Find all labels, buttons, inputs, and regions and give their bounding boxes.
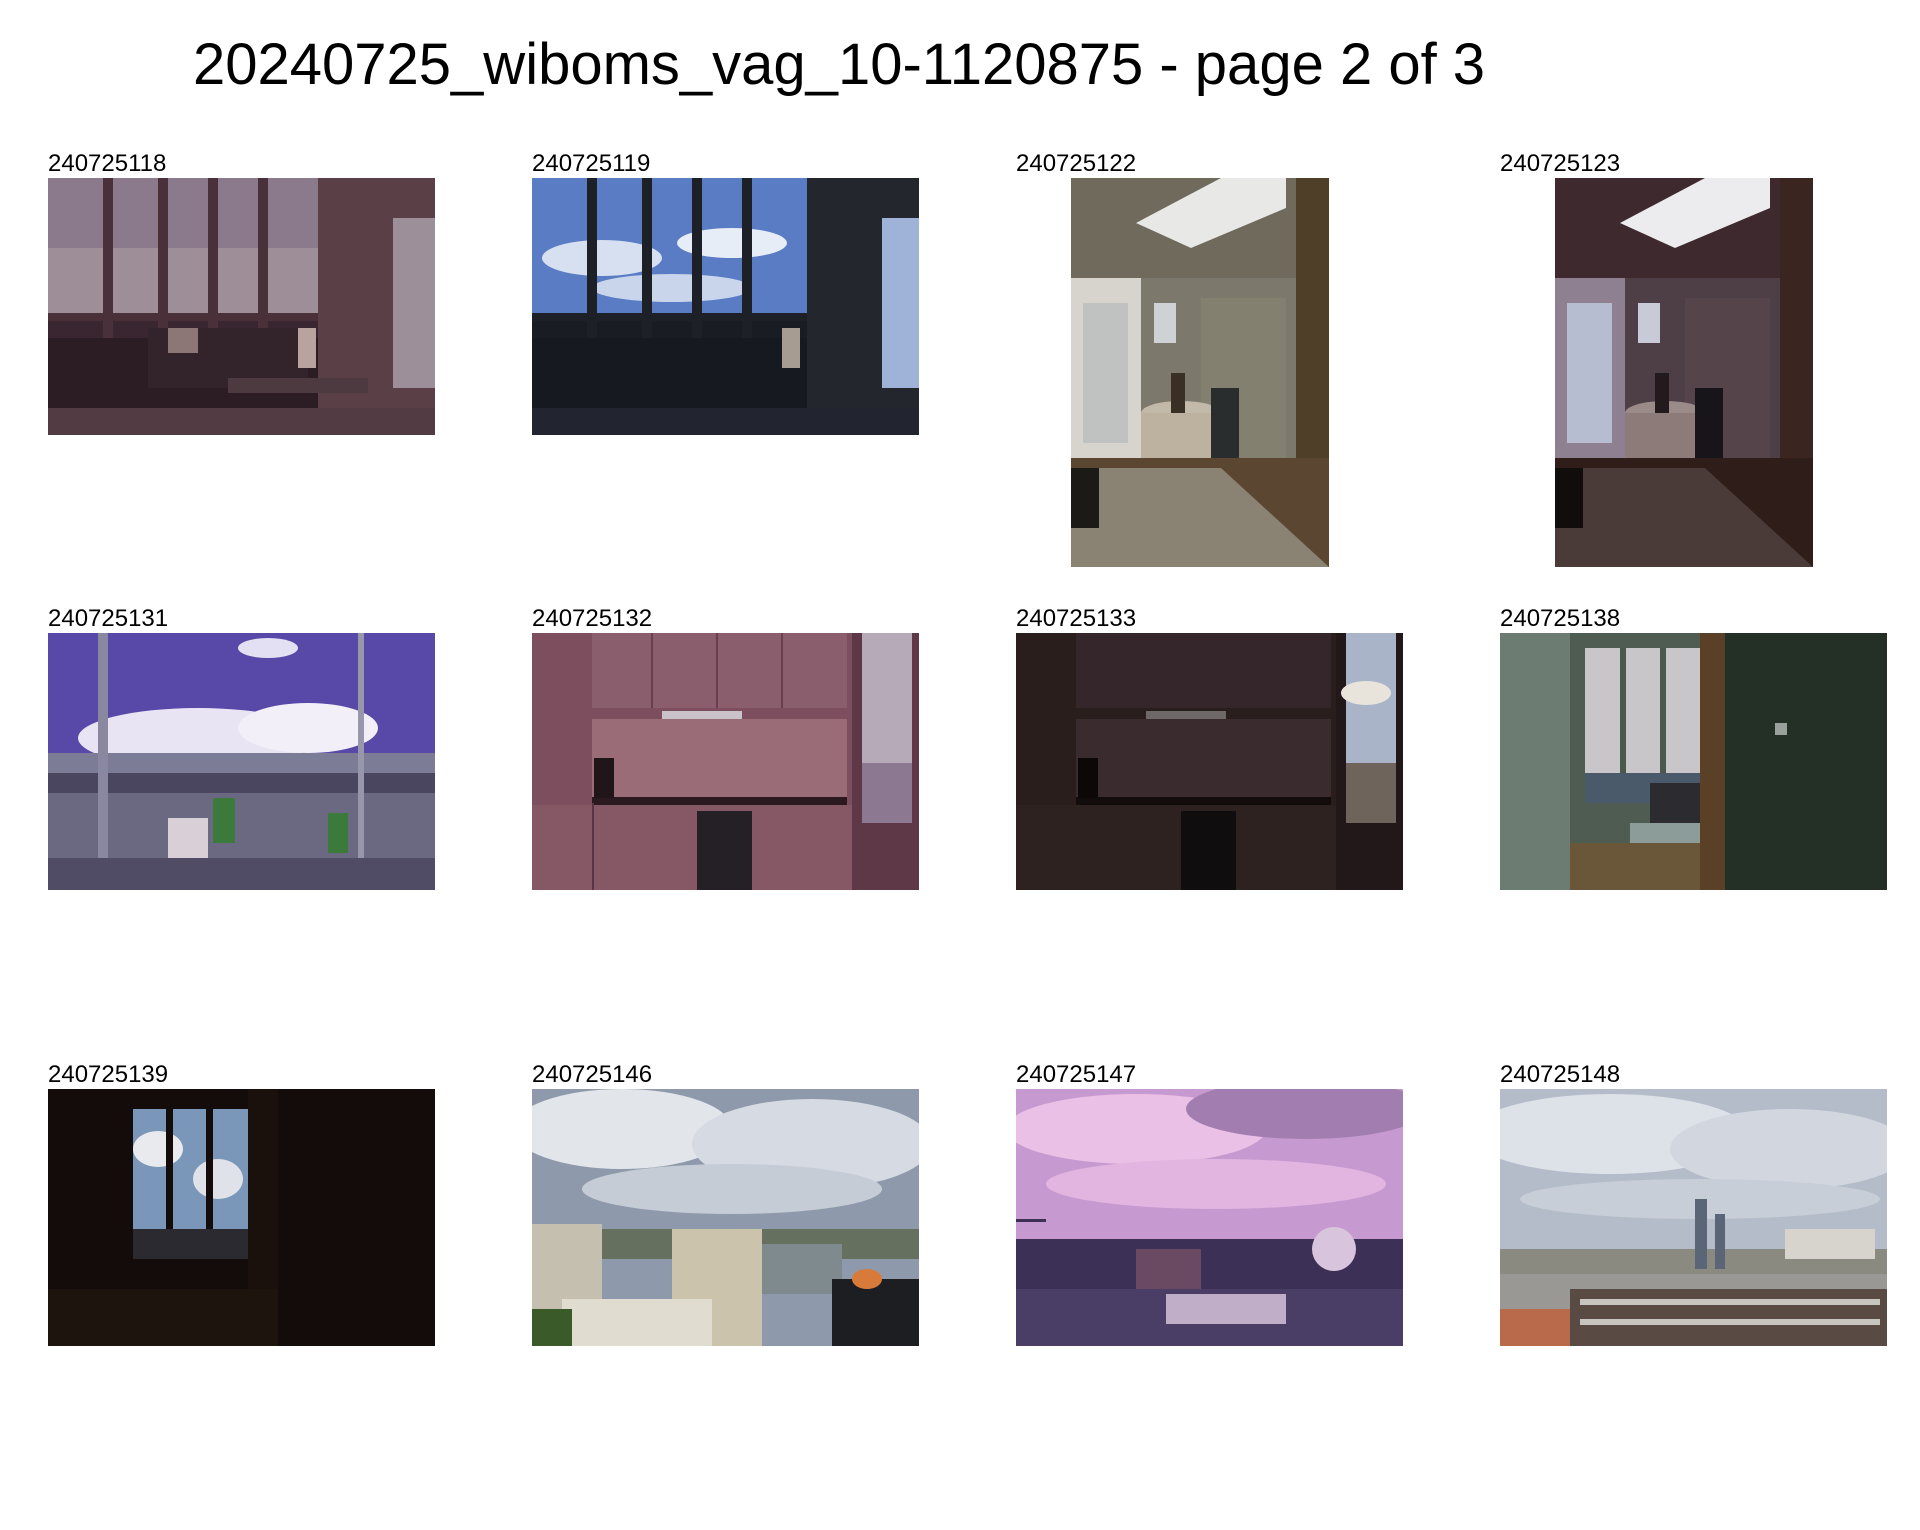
thumbnail-cell[interactable]: 240725122 xyxy=(1016,150,1403,570)
photo-thumbnail[interactable] xyxy=(1555,178,1813,567)
photo-thumbnail[interactable] xyxy=(1016,633,1403,890)
photo-thumbnail[interactable] xyxy=(532,633,919,890)
thumbnail-label: 240725147 xyxy=(1016,1061,1137,1088)
thumbnail-cell[interactable]: 240725118 xyxy=(48,150,435,570)
thumbnail-cell[interactable]: 240725148 xyxy=(1500,1061,1887,1481)
thumbnail-label: 240725139 xyxy=(48,1061,169,1088)
photo-thumbnail[interactable] xyxy=(532,178,919,435)
thumbnail-label: 240725119 xyxy=(532,150,651,177)
thumbnail-cell[interactable]: 240725119 xyxy=(532,150,919,570)
thumbnail-label: 240725138 xyxy=(1500,605,1621,632)
thumbnail-label: 240725132 xyxy=(532,605,653,632)
photo-thumbnail[interactable] xyxy=(1500,1089,1887,1346)
thumbnail-label: 240725133 xyxy=(1016,605,1137,632)
thumbnail-label: 240725148 xyxy=(1500,1061,1621,1088)
photo-thumbnail[interactable] xyxy=(48,1089,435,1346)
photo-thumbnail[interactable] xyxy=(532,1089,919,1346)
thumbnail-cell[interactable]: 240725132 xyxy=(532,605,919,1025)
thumbnail-cell[interactable]: 240725123 xyxy=(1500,150,1887,570)
thumbnail-cell[interactable]: 240725133 xyxy=(1016,605,1403,1025)
thumbnail-label: 240725131 xyxy=(48,605,169,632)
thumbnail-label: 240725118 xyxy=(48,150,167,177)
thumbnail-cell[interactable]: 240725146 xyxy=(532,1061,919,1481)
thumbnail-cell[interactable]: 240725147 xyxy=(1016,1061,1403,1481)
photo-thumbnail[interactable] xyxy=(1016,1089,1403,1346)
thumbnail-label: 240725122 xyxy=(1016,150,1137,177)
thumbnail-label: 240725123 xyxy=(1500,150,1621,177)
photo-thumbnail[interactable] xyxy=(1500,633,1887,890)
photo-thumbnail[interactable] xyxy=(48,633,435,890)
thumbnail-cell[interactable]: 240725131 xyxy=(48,605,435,1025)
photo-thumbnail[interactable] xyxy=(1071,178,1329,567)
photo-thumbnail[interactable] xyxy=(48,178,435,435)
thumbnail-cell[interactable]: 240725139 xyxy=(48,1061,435,1481)
contact-sheet: 240725118 240725119 240725122 240725123 … xyxy=(0,0,1920,1530)
thumbnail-cell[interactable]: 240725138 xyxy=(1500,605,1887,1025)
thumbnail-label: 240725146 xyxy=(532,1061,653,1088)
